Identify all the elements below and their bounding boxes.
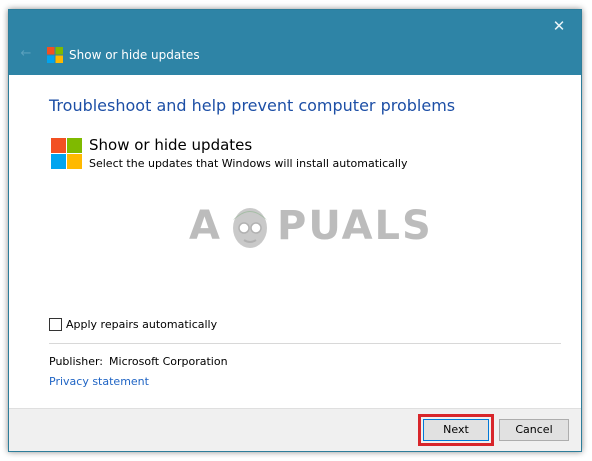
- publisher-info: Publisher: Microsoft Corporation: [49, 355, 228, 368]
- watermark-text-right: PUALS: [277, 203, 433, 249]
- next-button[interactable]: Next: [418, 414, 494, 446]
- watermark-text-left: A: [189, 203, 222, 249]
- publisher-value: Microsoft Corporation: [109, 355, 228, 368]
- apply-repairs-checkbox[interactable]: [49, 317, 62, 331]
- cancel-button[interactable]: Cancel: [499, 419, 569, 441]
- publisher-label: Publisher:: [49, 355, 104, 368]
- privacy-statement-link[interactable]: Privacy statement: [49, 375, 149, 388]
- close-icon: ✕: [552, 17, 566, 35]
- tool-description: Select the updates that Windows will ins…: [89, 157, 408, 170]
- appuals-watermark: A PUALS: [189, 200, 431, 260]
- back-button[interactable]: ←: [17, 46, 35, 62]
- dialog-footer: Next Cancel: [9, 408, 581, 451]
- back-arrow-icon: ←: [20, 46, 32, 61]
- close-button[interactable]: ✕: [549, 16, 569, 36]
- window-title: Show or hide updates: [69, 48, 200, 62]
- apply-repairs-label: Apply repairs automatically: [66, 317, 218, 331]
- tool-title: Show or hide updates: [89, 136, 253, 154]
- title-bar: ✕ ← Show or hide updates: [9, 10, 581, 75]
- windows-logo-icon: [51, 138, 82, 169]
- separator: [49, 343, 561, 344]
- windows-logo-icon: [47, 47, 63, 63]
- watermark-mascot-icon: [233, 208, 267, 248]
- apply-repairs-option[interactable]: Apply repairs automatically: [49, 316, 217, 332]
- page-heading: Troubleshoot and help prevent computer p…: [49, 96, 456, 115]
- troubleshooter-window: ✕ ← Show or hide updates Troubleshoot an…: [8, 9, 582, 452]
